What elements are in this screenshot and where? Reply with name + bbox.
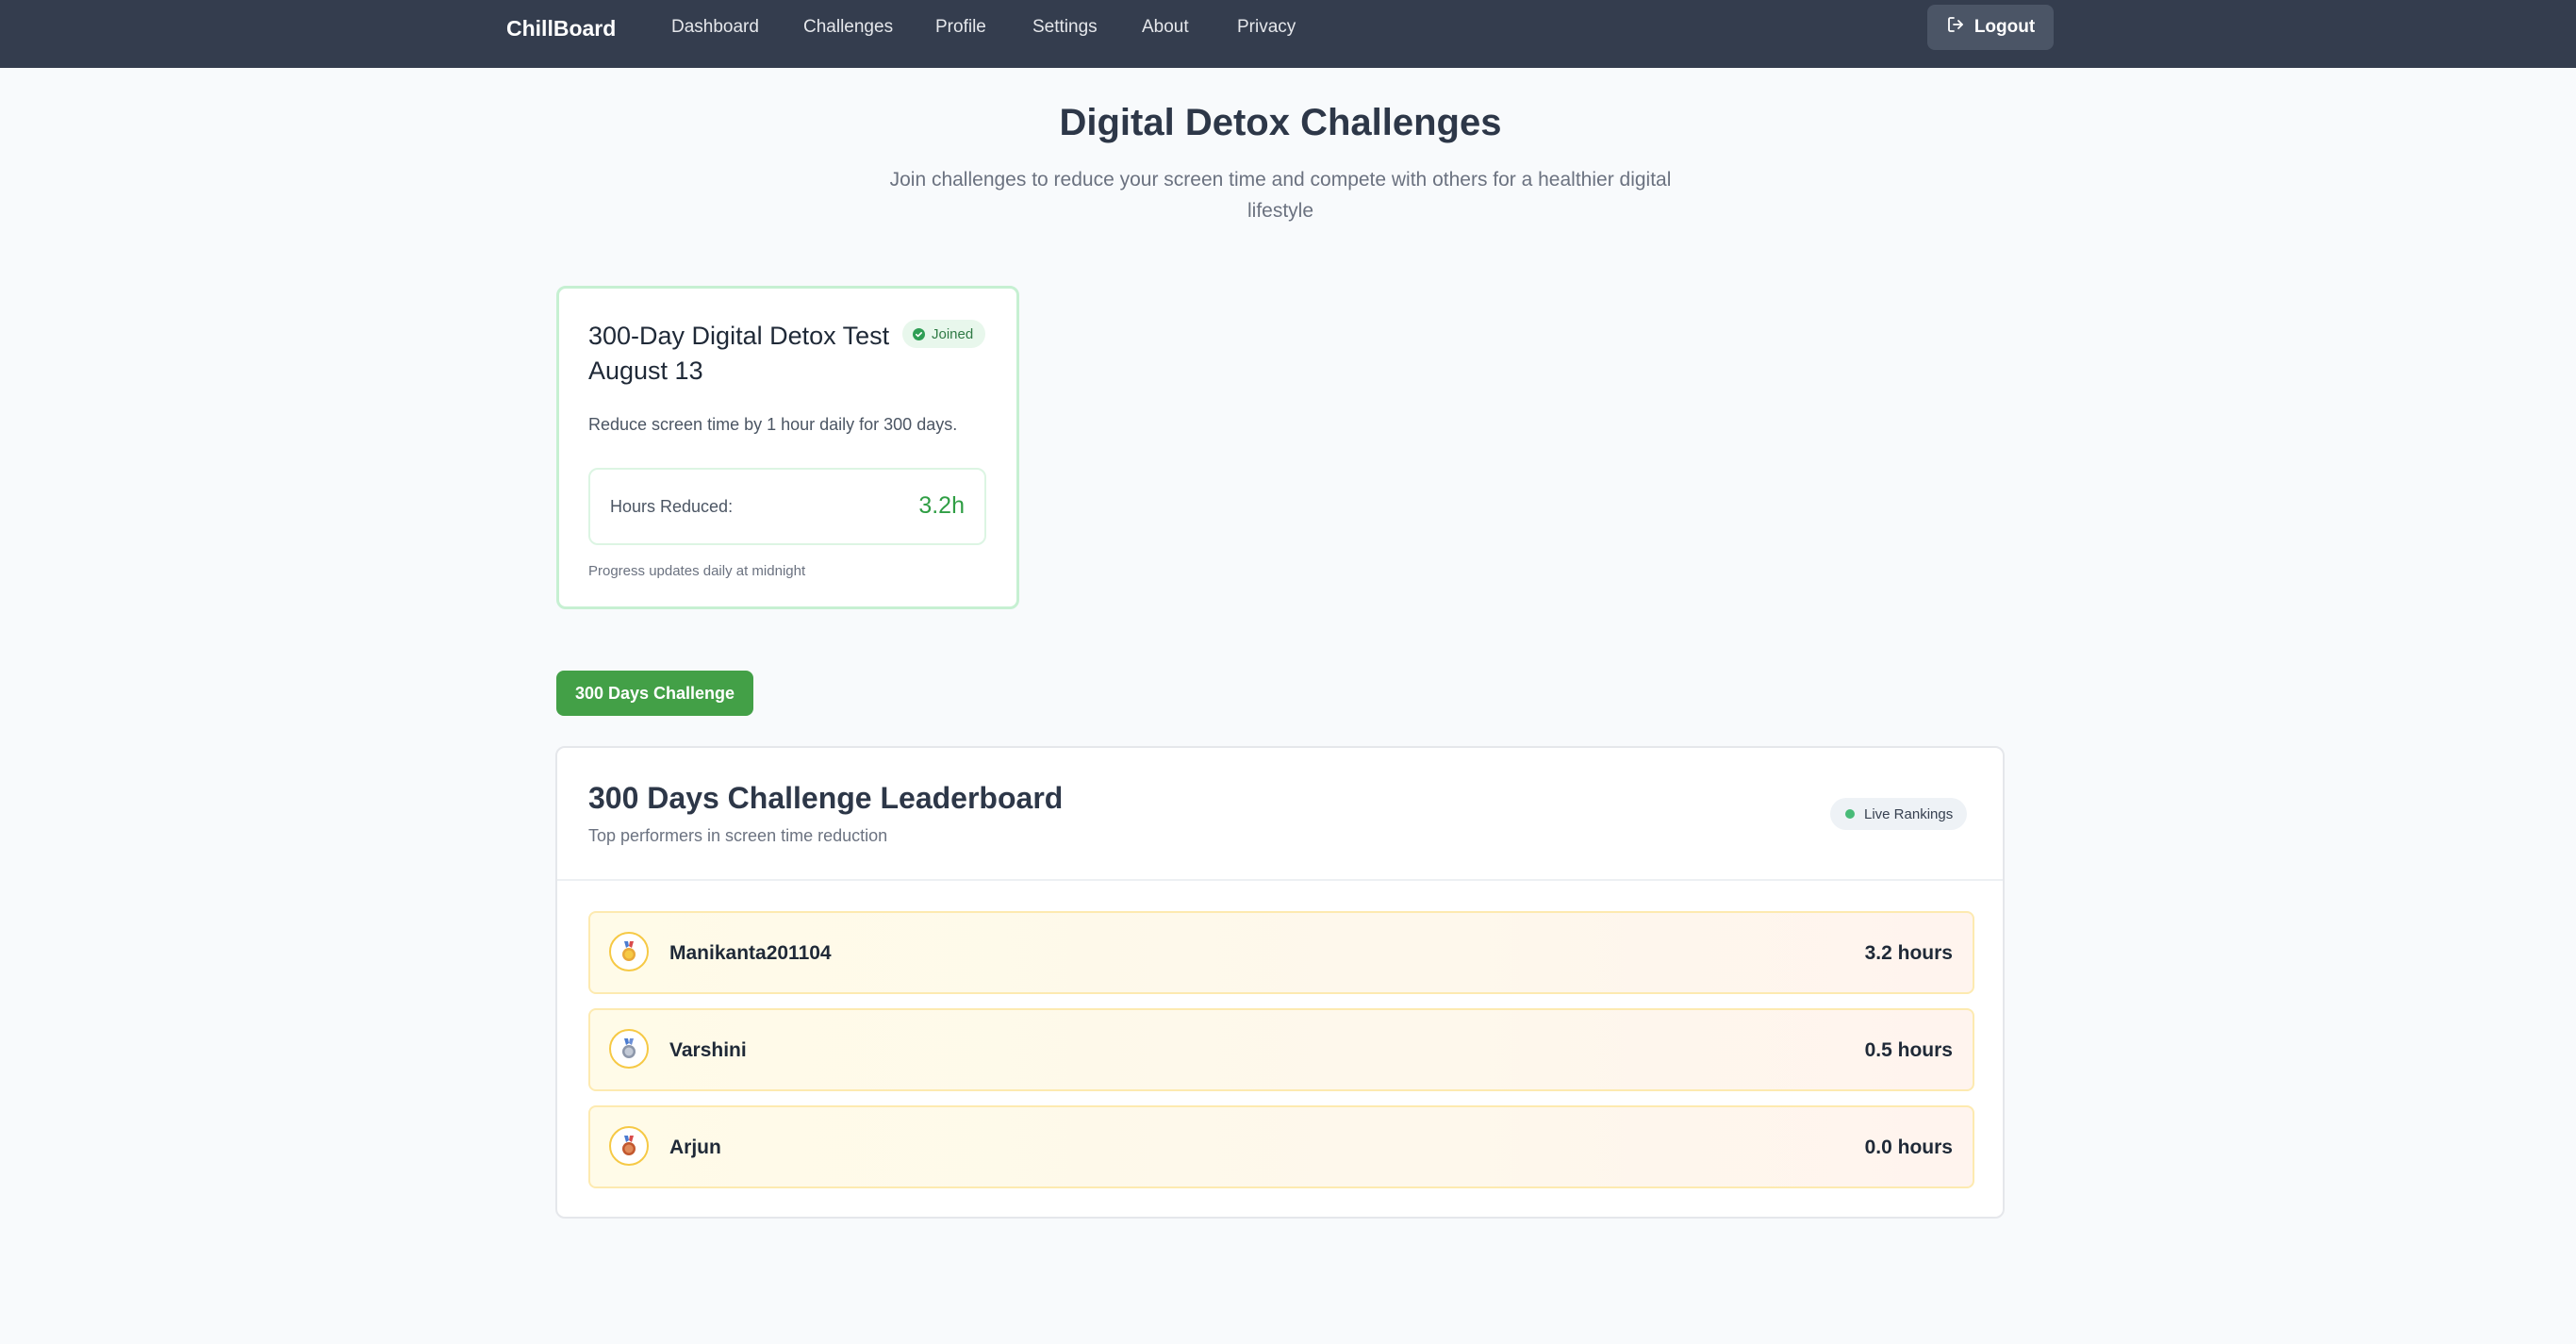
silver-medal-icon [609,1029,649,1069]
player-hours: 0.5 hours [1864,1039,1953,1061]
challenge-description: Reduce screen time by 1 hour daily for 3… [588,415,958,434]
top-navbar: ChillBoard Dashboard Challenges Profile … [0,0,2576,68]
bronze-medal-icon [609,1126,649,1166]
live-rankings-badge: Live Rankings [1830,798,1968,830]
nav-settings[interactable]: Settings [1032,16,1098,39]
leaderboard-row: Varshini 0.5 hours [588,1008,1974,1091]
player-hours: 3.2 hours [1864,942,1953,964]
logout-button[interactable]: Logout [1927,5,2054,50]
hours-reduced-box: Hours Reduced: 3.2h [588,468,986,545]
joined-badge: Joined [902,320,986,348]
player-name: Arjun [669,1137,721,1158]
player-hours: 0.0 hours [1864,1137,1953,1158]
page-subtitle: Join challenges to reduce your screen ti… [889,169,1672,222]
leaderboard-panel: 300 Days Challenge Leaderboard Top perfo… [555,746,2005,1219]
progress-note: Progress updates daily at midnight [588,563,806,579]
leaderboard-title: 300 Days Challenge Leaderboard [588,781,1064,815]
leaderboard-row: Manikanta201104 3.2 hours [588,911,1974,994]
nav-dashboard[interactable]: Dashboard [671,16,759,39]
brand-logo[interactable]: ChillBoard [506,15,616,41]
nav-challenges[interactable]: Challenges [803,16,893,39]
hours-reduced-label: Hours Reduced: [610,497,734,516]
player-name: Varshini [669,1039,747,1061]
live-rankings-label: Live Rankings [1864,805,1954,822]
leaderboard-subtitle: Top performers in screen time reduction [588,826,888,845]
live-dot-icon [1845,809,1855,819]
player-name: Manikanta201104 [669,942,832,964]
gold-medal-icon [609,932,649,971]
joined-badge-label: Joined [932,325,974,342]
leaderboard-row: Arjun 0.0 hours [588,1105,1974,1188]
hours-reduced-value: 3.2h [918,492,965,519]
challenge-card[interactable]: 300-Day Digital Detox Test August 13 Joi… [556,286,1019,609]
challenge-title: 300-Day Digital Detox Test August 13 [588,322,890,385]
leaderboard-header: 300 Days Challenge Leaderboard Top perfo… [557,748,2003,881]
check-circle-icon [913,327,925,340]
logout-icon [1946,15,1965,40]
page-title: Digital Detox Challenges [1059,102,1502,143]
tab-300-days-challenge[interactable]: 300 Days Challenge [556,671,753,716]
logout-label: Logout [1973,17,2036,37]
nav-profile[interactable]: Profile [935,16,986,39]
nav-about[interactable]: About [1142,16,1189,39]
nav-privacy[interactable]: Privacy [1237,16,1296,39]
